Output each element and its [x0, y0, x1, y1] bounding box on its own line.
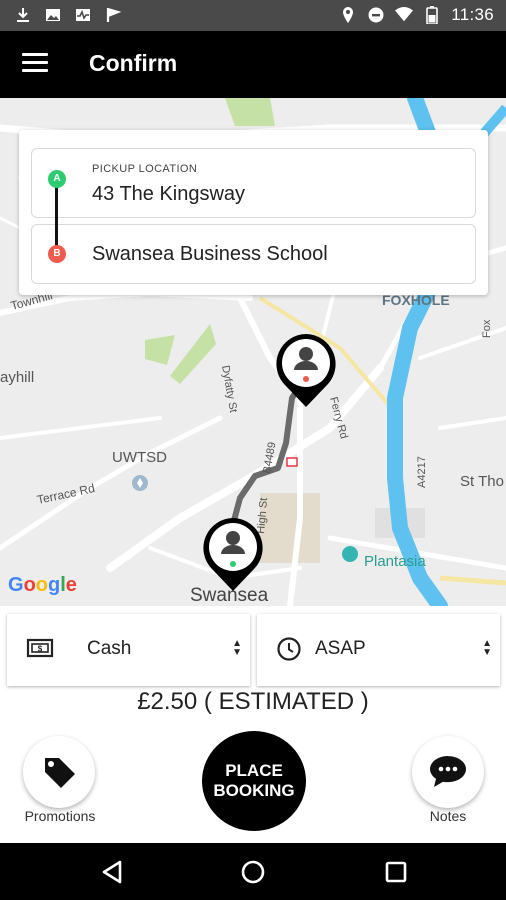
svg-text:$: $	[38, 645, 43, 654]
page-title: Confirm	[89, 50, 178, 76]
chat-bubble-icon	[430, 756, 466, 787]
payment-method-select[interactable]: $ Cash ▲ ▼	[7, 614, 250, 686]
pickup-location-field[interactable]: PICKUP LOCATION 43 The Kingsway	[31, 148, 476, 218]
destination-address: Swansea Business School	[92, 243, 328, 265]
place-booking-button[interactable]: PLACE BOOKING	[202, 731, 306, 831]
flag-icon	[106, 7, 122, 22]
battery-icon	[426, 6, 439, 24]
recents-icon[interactable]	[376, 855, 416, 889]
pickup-address: 43 The Kingsway	[92, 183, 246, 205]
clock-icon	[277, 637, 301, 661]
driver-map-pin[interactable]	[203, 518, 263, 591]
do-not-disturb-icon	[368, 7, 384, 23]
dropdown-caret-icon: ▲ ▼	[232, 638, 242, 658]
dropdown-caret-icon: ▲ ▼	[482, 638, 492, 658]
map-park	[145, 335, 175, 365]
booking-options: $ Cash ▲ ▼ ASAP ▲ ▼	[0, 606, 506, 692]
rail-station-icon	[286, 457, 298, 467]
promotions-label: Promotions	[24, 808, 96, 824]
pickup-marker-icon: A	[48, 170, 66, 188]
hamburger-menu-icon[interactable]	[22, 53, 48, 75]
map-label: Fox	[481, 319, 493, 338]
promotions-button[interactable]	[23, 736, 95, 808]
map-label: UWTSD	[112, 449, 167, 466]
pickup-time-label: ASAP	[315, 638, 366, 659]
image-icon	[46, 9, 60, 21]
activity-icon	[76, 9, 90, 21]
pickup-time-select[interactable]: ASAP ▲ ▼	[257, 614, 500, 686]
cash-icon: $	[26, 638, 54, 658]
place-booking-line2: BOOKING	[213, 781, 295, 800]
location-card: PICKUP LOCATION 43 The Kingsway Swansea …	[19, 130, 488, 295]
map-label: St Tho	[460, 473, 504, 490]
map-main-road	[439, 575, 506, 586]
map-label: Swansea	[190, 585, 269, 606]
wifi-icon	[395, 7, 414, 22]
map-label: A4217	[416, 456, 428, 488]
home-icon[interactable]	[233, 855, 273, 889]
place-booking-line1: PLACE	[225, 761, 283, 780]
map-label: ayhill	[0, 369, 34, 386]
status-bar: 11:36	[0, 0, 506, 31]
place-marker-icon	[342, 546, 358, 562]
destination-location-field[interactable]: Swansea Business School	[31, 224, 476, 284]
map-park	[225, 98, 275, 126]
map-label: Dyfatty St	[219, 364, 239, 413]
payment-method-label: Cash	[87, 638, 132, 659]
download-icon	[17, 8, 29, 22]
destination-marker-icon: B	[48, 245, 66, 263]
map-park	[170, 324, 216, 384]
tag-icon	[45, 758, 75, 788]
notes-button[interactable]	[412, 736, 484, 808]
route-connector	[55, 179, 58, 255]
pickup-caption: PICKUP LOCATION	[92, 163, 198, 175]
status-time: 11:36	[451, 5, 494, 24]
app-bar: Confirm	[0, 31, 506, 98]
notes-label: Notes	[429, 808, 467, 824]
pickup-map-pin[interactable]	[276, 334, 336, 407]
map-label: Plantasia	[364, 553, 426, 570]
estimated-price: £2.50 ( ESTIMATED )	[137, 688, 369, 715]
system-nav-bar	[0, 843, 506, 900]
google-logo: Google	[8, 574, 77, 596]
location-pin-icon	[343, 7, 354, 23]
back-icon[interactable]	[92, 855, 132, 889]
